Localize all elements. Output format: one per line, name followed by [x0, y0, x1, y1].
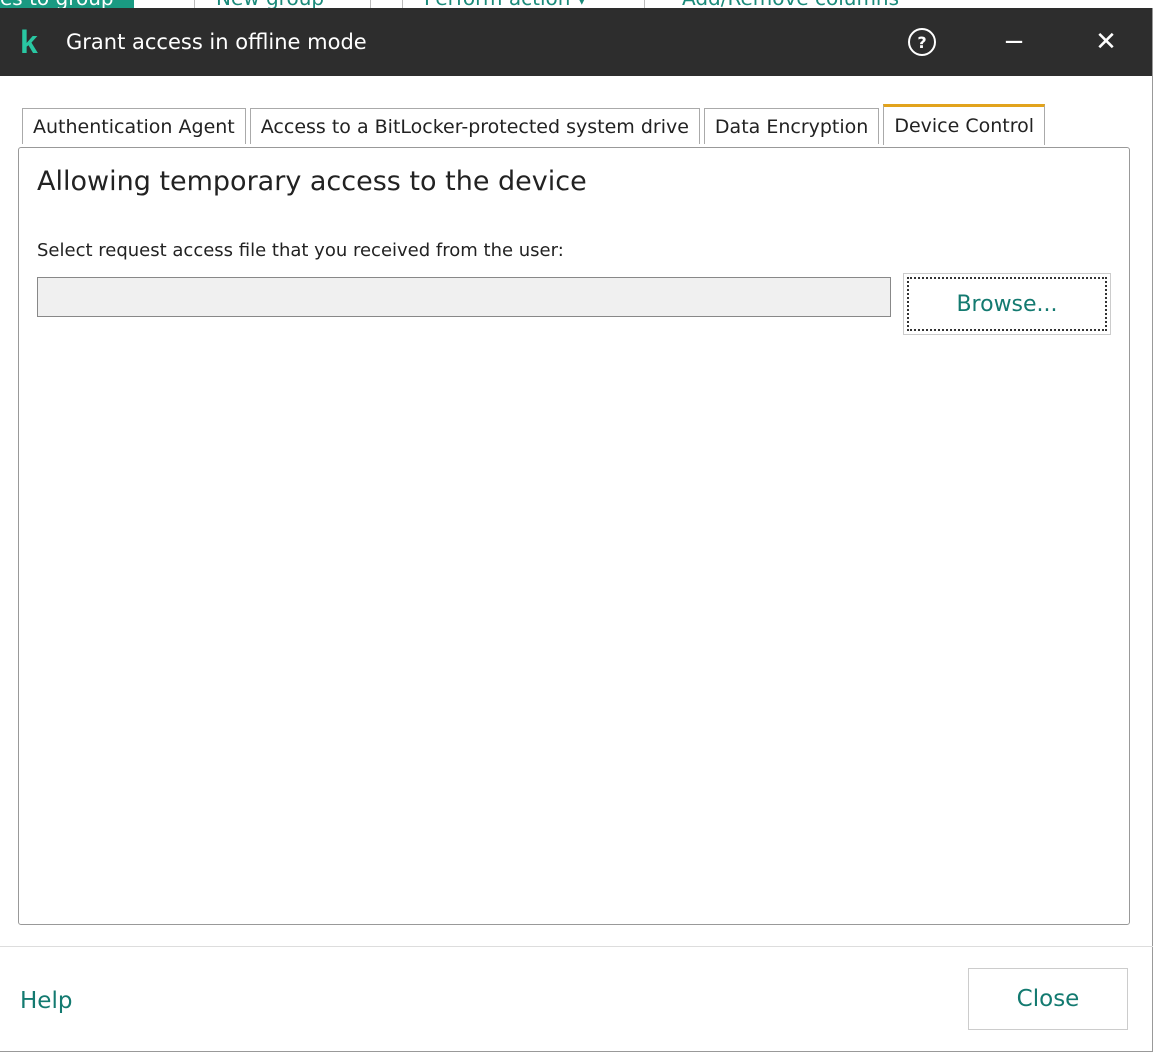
- grant-access-dialog: k Grant access in offline mode ? − ✕ Aut…: [0, 8, 1153, 1052]
- request-file-input[interactable]: [37, 277, 891, 317]
- tab-authentication-agent[interactable]: Authentication Agent: [22, 108, 246, 144]
- close-icon: ✕: [1095, 27, 1117, 57]
- help-button[interactable]: ?: [892, 8, 952, 76]
- bg-new-group-button: New group: [216, 0, 324, 8]
- title-bar: k Grant access in offline mode: [0, 8, 1152, 76]
- bg-perform-action-button: Perform action ▾: [424, 0, 587, 8]
- device-control-panel: Allowing temporary access to the device …: [18, 147, 1130, 925]
- close-button[interactable]: Close: [968, 968, 1128, 1030]
- tab-data-encryption[interactable]: Data Encryption: [703, 108, 880, 144]
- panel-heading: Allowing temporary access to the device: [37, 166, 587, 197]
- tab-device-control[interactable]: Device Control: [883, 104, 1046, 145]
- minimize-icon: −: [1003, 27, 1025, 57]
- dialog-title: Grant access in offline mode: [66, 30, 367, 54]
- tab-bar: Authentication Agent Access to a BitLock…: [22, 104, 1049, 145]
- footer-divider: [0, 946, 1153, 947]
- browse-button[interactable]: Browse...: [903, 273, 1111, 335]
- help-icon: ?: [908, 28, 936, 56]
- background-toolbar: es to group New group Perform action ▾ A…: [0, 0, 1156, 8]
- file-label: Select request access file that you rece…: [37, 240, 564, 261]
- bg-add-remove-columns-button: Add/Remove columns: [682, 0, 899, 8]
- bg-add-to-group-button: es to group: [0, 0, 134, 8]
- kaspersky-logo-icon: k: [20, 23, 38, 60]
- tab-bitlocker-access[interactable]: Access to a BitLocker-protected system d…: [249, 108, 700, 144]
- browse-label: Browse...: [907, 277, 1107, 331]
- close-window-button[interactable]: ✕: [1076, 8, 1136, 76]
- minimize-button[interactable]: −: [984, 8, 1044, 76]
- help-link[interactable]: Help: [20, 988, 72, 1014]
